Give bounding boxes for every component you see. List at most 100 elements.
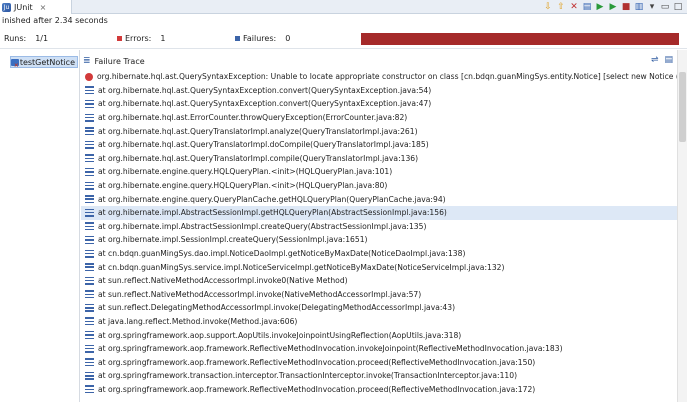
trace-line[interactable]: at org.hibernate.impl.SessionImpl.create… bbox=[81, 233, 677, 247]
trace-line[interactable]: at org.hibernate.hql.ast.QuerySyntaxExce… bbox=[81, 84, 677, 98]
view-tab-bar: Ju JUnit × ⇩ ⇧ ✕ ▤ ▶ ▶ ■ ▥ ▾ ▭ □ bbox=[0, 0, 687, 14]
trace-line[interactable]: at org.springframework.aop.framework.Ref… bbox=[81, 383, 677, 397]
failure-icon bbox=[235, 36, 240, 41]
stack-frame-icon bbox=[85, 303, 94, 312]
failure-trace-header: ≣ Failure Trace bbox=[81, 55, 145, 67]
stack-frame-icon bbox=[85, 249, 94, 258]
trace-line[interactable]: at org.hibernate.hql.ast.QueryTranslator… bbox=[81, 138, 677, 152]
trace-line-text: at cn.bdqn.guanMingSys.dao.impl.NoticeDa… bbox=[98, 249, 466, 259]
rerun-icon[interactable]: ▶ bbox=[595, 2, 605, 12]
failures-label: Failures: bbox=[243, 34, 277, 43]
trace-line[interactable]: at org.hibernate.engine.query.HQLQueryPl… bbox=[81, 165, 677, 179]
exception-icon bbox=[85, 72, 93, 81]
trace-line[interactable]: at org.springframework.transaction.inter… bbox=[81, 369, 677, 383]
progress-bar bbox=[361, 33, 679, 45]
trace-line-text: at org.hibernate.hql.ast.QueryTranslator… bbox=[98, 140, 429, 150]
error-icon bbox=[117, 36, 122, 41]
trace-toolbar: ⇌ ▤ bbox=[651, 55, 673, 65]
tree-item-label: testGetNotice bbox=[19, 57, 75, 67]
runs-value: 1/1 bbox=[35, 34, 49, 43]
junit-tab[interactable]: Ju JUnit × bbox=[0, 0, 72, 14]
trace-line[interactable]: org.hibernate.hql.ast.QuerySyntaxExcepti… bbox=[81, 70, 677, 84]
trace-line-text: at org.springframework.aop.framework.Ref… bbox=[98, 344, 563, 354]
tree-item-test[interactable]: testGetNotice bbox=[10, 56, 78, 68]
trace-line[interactable]: at cn.bdqn.guanMingSys.service.impl.Noti… bbox=[81, 260, 677, 274]
rerun-failed-icon[interactable]: ▶ bbox=[608, 2, 618, 12]
counters-panel: Runs: 1/1 Errors: 1 Failures: 0 bbox=[0, 29, 687, 49]
trace-line-text: org.hibernate.hql.ast.QuerySyntaxExcepti… bbox=[97, 72, 677, 82]
view-toolbar: ⇩ ⇧ ✕ ▤ ▶ ▶ ■ ▥ ▾ ▭ □ bbox=[543, 1, 683, 13]
stack-frame-icon bbox=[85, 385, 94, 394]
trace-line-text: at org.springframework.aop.framework.Ref… bbox=[98, 357, 536, 367]
stack-frame-icon bbox=[85, 208, 94, 217]
errors-label: Errors: bbox=[125, 34, 152, 43]
stop-icon[interactable]: ■ bbox=[621, 2, 631, 12]
minimize-icon[interactable]: ▭ bbox=[660, 2, 670, 12]
trace-line-text: at sun.reflect.NativeMethodAccessorImpl.… bbox=[98, 276, 348, 286]
stack-frame-icon bbox=[85, 276, 94, 285]
stack-frame-icon bbox=[85, 290, 94, 299]
previous-failure-icon[interactable]: ⇧ bbox=[556, 2, 566, 12]
stack-frame-icon bbox=[85, 195, 94, 204]
trace-line-text: at org.hibernate.hql.ast.QuerySyntaxExce… bbox=[98, 85, 432, 95]
stack-frame-icon bbox=[85, 154, 94, 163]
trace-line-text: at org.hibernate.impl.SessionImpl.create… bbox=[98, 235, 368, 245]
maximize-icon[interactable]: □ bbox=[673, 2, 683, 12]
trace-line[interactable]: at org.hibernate.engine.query.QueryPlanC… bbox=[81, 192, 677, 206]
failures-counter: Failures: 0 bbox=[235, 34, 290, 43]
errors-counter: Errors: 1 bbox=[117, 34, 165, 43]
trace-line-text: at org.springframework.aop.support.AopUt… bbox=[98, 330, 462, 340]
runs-label: Runs: bbox=[4, 34, 27, 43]
next-failure-icon[interactable]: ⇩ bbox=[543, 2, 553, 12]
stack-frame-icon bbox=[85, 99, 94, 108]
trace-line-text: at org.springframework.aop.framework.Ref… bbox=[98, 384, 536, 394]
stack-frame-icon bbox=[85, 181, 94, 190]
trace-line[interactable]: at org.springframework.aop.framework.Ref… bbox=[81, 355, 677, 369]
trace-line[interactable]: at org.hibernate.impl.AbstractSessionImp… bbox=[81, 205, 677, 220]
view-menu-icon[interactable]: ▾ bbox=[647, 2, 657, 12]
trace-line-text: at org.hibernate.hql.ast.QuerySyntaxExce… bbox=[98, 99, 432, 109]
vertical-scrollbar[interactable] bbox=[677, 50, 687, 402]
close-icon[interactable]: × bbox=[40, 3, 47, 12]
trace-line[interactable]: at sun.reflect.DelegatingMethodAccessorI… bbox=[81, 301, 677, 315]
stack-frame-icon bbox=[85, 127, 94, 136]
trace-line[interactable]: at org.hibernate.hql.ast.QueryTranslator… bbox=[81, 124, 677, 138]
test-error-icon bbox=[11, 58, 19, 67]
trace-line[interactable]: at org.hibernate.hql.ast.ErrorCounter.th… bbox=[81, 111, 677, 125]
status-message: inished after 2.34 seconds bbox=[2, 16, 108, 25]
stack-trace-icon: ≣ bbox=[83, 56, 91, 66]
trace-line-text: at org.hibernate.engine.query.QueryPlanC… bbox=[98, 194, 446, 204]
scrollbar-thumb[interactable] bbox=[679, 72, 686, 142]
trace-line[interactable]: at org.hibernate.engine.query.HQLQueryPl… bbox=[81, 179, 677, 193]
compare-result-icon[interactable]: ▤ bbox=[664, 55, 673, 65]
stack-frame-icon bbox=[85, 263, 94, 272]
errors-value: 1 bbox=[160, 34, 166, 43]
trace-line-text: at org.hibernate.impl.AbstractSessionImp… bbox=[98, 221, 427, 231]
trace-line[interactable]: at org.springframework.aop.framework.Ref… bbox=[81, 342, 677, 356]
failure-trace-label: Failure Trace bbox=[94, 56, 145, 66]
stack-frame-icon bbox=[85, 235, 94, 244]
trace-line[interactable]: at sun.reflect.NativeMethodAccessorImpl.… bbox=[81, 274, 677, 288]
stack-frame-icon bbox=[85, 113, 94, 122]
trace-line[interactable]: at sun.reflect.NativeMethodAccessorImpl.… bbox=[81, 288, 677, 302]
failures-value: 0 bbox=[285, 34, 291, 43]
trace-line[interactable]: at org.hibernate.hql.ast.QueryTranslator… bbox=[81, 152, 677, 166]
trace-line[interactable]: at org.hibernate.impl.AbstractSessionImp… bbox=[81, 220, 677, 234]
failure-trace-pane: ≣ Failure Trace ⇌ ▤ org.hibernate.hql.as… bbox=[81, 50, 687, 402]
history-icon[interactable]: ▥ bbox=[634, 2, 644, 12]
trace-line[interactable]: at java.lang.reflect.Method.invoke(Metho… bbox=[81, 315, 677, 329]
trace-line[interactable]: at cn.bdqn.guanMingSys.dao.impl.NoticeDa… bbox=[81, 247, 677, 261]
stack-frame-icon bbox=[85, 331, 94, 340]
filter-stack-icon[interactable]: ⇌ bbox=[651, 55, 659, 65]
trace-line[interactable]: at org.springframework.aop.support.AopUt… bbox=[81, 328, 677, 342]
scroll-lock-icon[interactable]: ▤ bbox=[582, 2, 592, 12]
trace-line-text: at org.hibernate.engine.query.HQLQueryPl… bbox=[98, 167, 393, 177]
stack-frame-icon bbox=[85, 344, 94, 353]
tab-title: JUnit bbox=[14, 2, 33, 12]
trace-lines: org.hibernate.hql.ast.QuerySyntaxExcepti… bbox=[81, 70, 677, 396]
stack-frame-icon bbox=[85, 358, 94, 367]
stack-frame-icon bbox=[85, 222, 94, 231]
show-failures-only-icon[interactable]: ✕ bbox=[569, 2, 579, 12]
trace-line[interactable]: at org.hibernate.hql.ast.QuerySyntaxExce… bbox=[81, 97, 677, 111]
junit-icon: Ju bbox=[2, 2, 11, 12]
